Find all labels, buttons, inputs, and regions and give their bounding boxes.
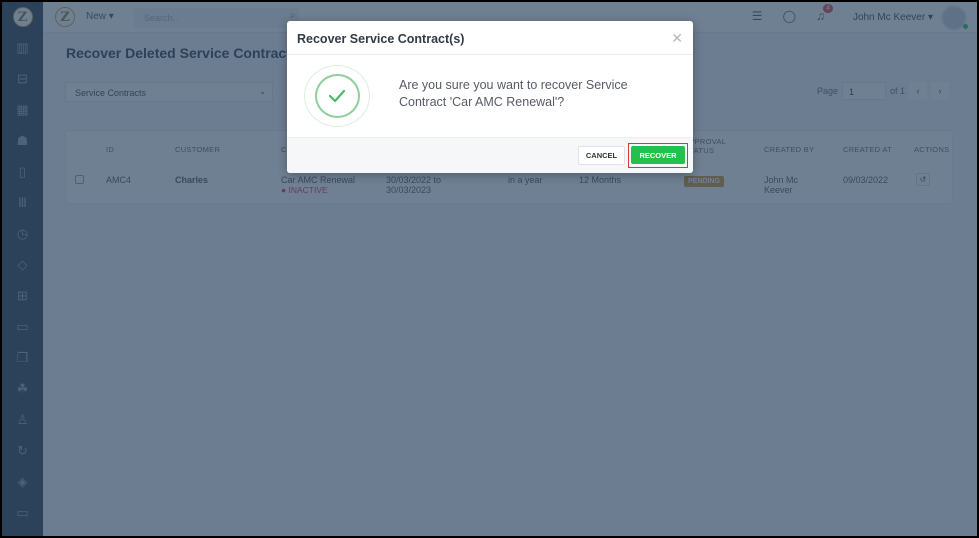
check-icon [328,89,346,103]
dialog-title: Recover Service Contract(s) [297,32,465,46]
cancel-button[interactable]: CANCEL [578,146,625,165]
recover-dialog: Recover Service Contract(s) ✕ Are you su… [287,21,693,173]
app-window: Z ▥ ⊟ ▦ ☗ ▯ Ⅲ ◷ ◇ ⊞ ▭ ❐ ☘ ♙ ↻ ◈ ▭ Z New … [2,2,977,536]
recover-button[interactable]: RECOVER [631,146,685,164]
dialog-message: Are you sure you want to recover Service… [399,78,628,109]
close-icon[interactable]: ✕ [671,30,683,47]
